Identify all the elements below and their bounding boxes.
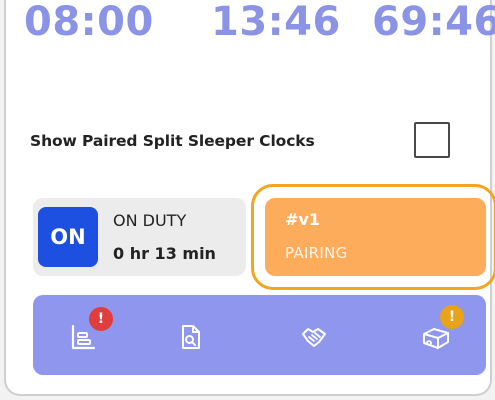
document-search-button[interactable]	[170, 317, 210, 357]
shift-clock: 13:46	[211, 0, 341, 45]
trailer-button[interactable]: !	[416, 305, 464, 357]
drive-clock: 08:00	[24, 0, 154, 45]
duty-elapsed-time: 0 hr 13 min	[113, 244, 216, 263]
duty-status-badge: ON	[38, 207, 98, 267]
vehicle-pairing-status: PAIRING	[285, 244, 348, 262]
vehicle-id: #v1	[285, 210, 320, 229]
paired-split-label: Show Paired Split Sleeper Clocks	[30, 132, 315, 150]
logs-button[interactable]: !	[63, 307, 113, 357]
vehicle-pairing-card[interactable]: #v1 PAIRING	[265, 198, 486, 276]
duty-status-card[interactable]: ON ON DUTY 0 hr 13 min	[33, 198, 246, 276]
paired-split-row: Show Paired Split Sleeper Clocks	[30, 118, 460, 168]
cycle-clock: 69:46	[372, 0, 495, 45]
duty-status-label: ON DUTY	[113, 211, 187, 230]
action-bar: ! !	[33, 295, 486, 375]
handshake-icon	[302, 328, 326, 347]
handshake-button[interactable]	[294, 317, 334, 357]
logs-alert-badge: !	[89, 307, 113, 331]
document-search-icon	[182, 325, 200, 349]
paired-split-checkbox[interactable]	[414, 122, 450, 158]
trailer-warning-badge: !	[440, 305, 464, 329]
app-panel: 08:00 13:46 69:46 Show Paired Split Slee…	[4, 0, 495, 396]
